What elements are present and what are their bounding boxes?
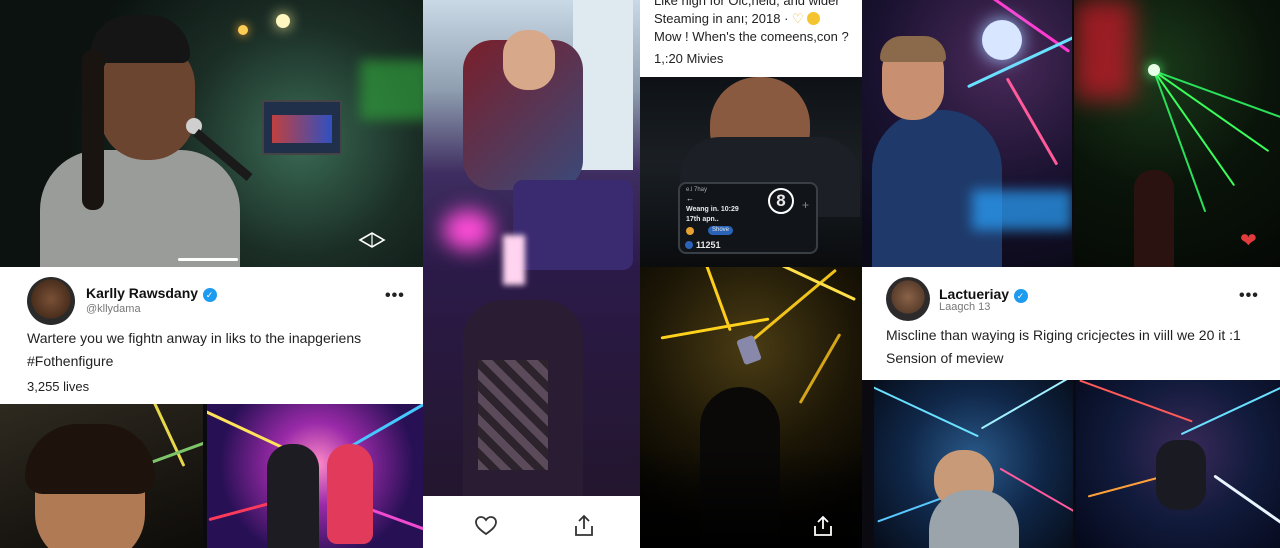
- post-text-line: Like high for Olc,held, and wider: [654, 0, 840, 8]
- phone-badge-icon: [685, 241, 693, 249]
- singer-photo[interactable]: [0, 0, 423, 267]
- avatar[interactable]: [886, 277, 930, 321]
- emoji-face-icon: [807, 12, 821, 25]
- author-handle[interactable]: @kllydama: [86, 303, 141, 315]
- post-text: Mow ! When's the comeens,con ?: [654, 29, 849, 44]
- author-handle[interactable]: Laagch 13: [939, 301, 990, 313]
- action-bar: [423, 496, 640, 548]
- avatar[interactable]: [27, 277, 75, 325]
- likes-count[interactable]: 3,255 lives: [27, 379, 89, 394]
- post-card-2: Like high for Olc,held, and wider Steami…: [640, 0, 862, 77]
- dj-photo[interactable]: [423, 0, 640, 496]
- post-card-1: Karlly Rawsdany ✓ @kllydama ••• Wartere …: [0, 267, 423, 404]
- post-card-3: Lactueriay ✓ Laagch 13 ••• Miscline than…: [862, 267, 1280, 380]
- emoji-icon: ♡: [792, 11, 804, 26]
- more-options-icon[interactable]: •••: [385, 287, 405, 305]
- reaction-dots-icon: [686, 227, 694, 235]
- cast-icon[interactable]: [358, 232, 386, 248]
- verified-badge-icon: ✓: [1013, 289, 1028, 303]
- woman-photo[interactable]: [0, 404, 203, 548]
- post-text: Wartere you we fightn anway in liks to t…: [27, 330, 362, 369]
- back-arrow-icon: ←: [686, 194, 694, 203]
- tunnel-photo-2[interactable]: [1076, 380, 1280, 548]
- post-text: Miscline than waying is Riging cricjecte…: [886, 327, 1241, 366]
- heart-filled-icon[interactable]: ❤: [1240, 228, 1257, 253]
- heart-outline-icon[interactable]: [475, 516, 497, 536]
- concert-lights-photo[interactable]: [640, 267, 862, 548]
- views-count[interactable]: 1,:20 Mivies: [654, 51, 723, 66]
- couple-photo[interactable]: [207, 404, 423, 548]
- add-icon: +: [802, 198, 810, 212]
- more-options-icon[interactable]: •••: [1239, 287, 1259, 305]
- share-icon[interactable]: [813, 515, 833, 537]
- post-text-line: Steaming in anı; 2018 ·: [654, 11, 789, 26]
- share-icon[interactable]: [574, 514, 594, 538]
- laser-photo[interactable]: ❤: [1074, 0, 1280, 267]
- verified-badge-icon: ✓: [202, 288, 217, 302]
- author-name[interactable]: Karlly Rawsdany: [86, 285, 198, 301]
- man-stage-photo[interactable]: [862, 0, 1072, 267]
- dj-phone-photo[interactable]: e.l 7hay ← Weang in. 10:29 17th apn.. Sh…: [640, 77, 862, 267]
- phone-screen: e.l 7hay ← Weang in. 10:29 17th apn.. Sh…: [678, 182, 818, 254]
- tunnel-photo-1[interactable]: [874, 380, 1073, 548]
- author-name[interactable]: Lactueriay: [939, 286, 1009, 302]
